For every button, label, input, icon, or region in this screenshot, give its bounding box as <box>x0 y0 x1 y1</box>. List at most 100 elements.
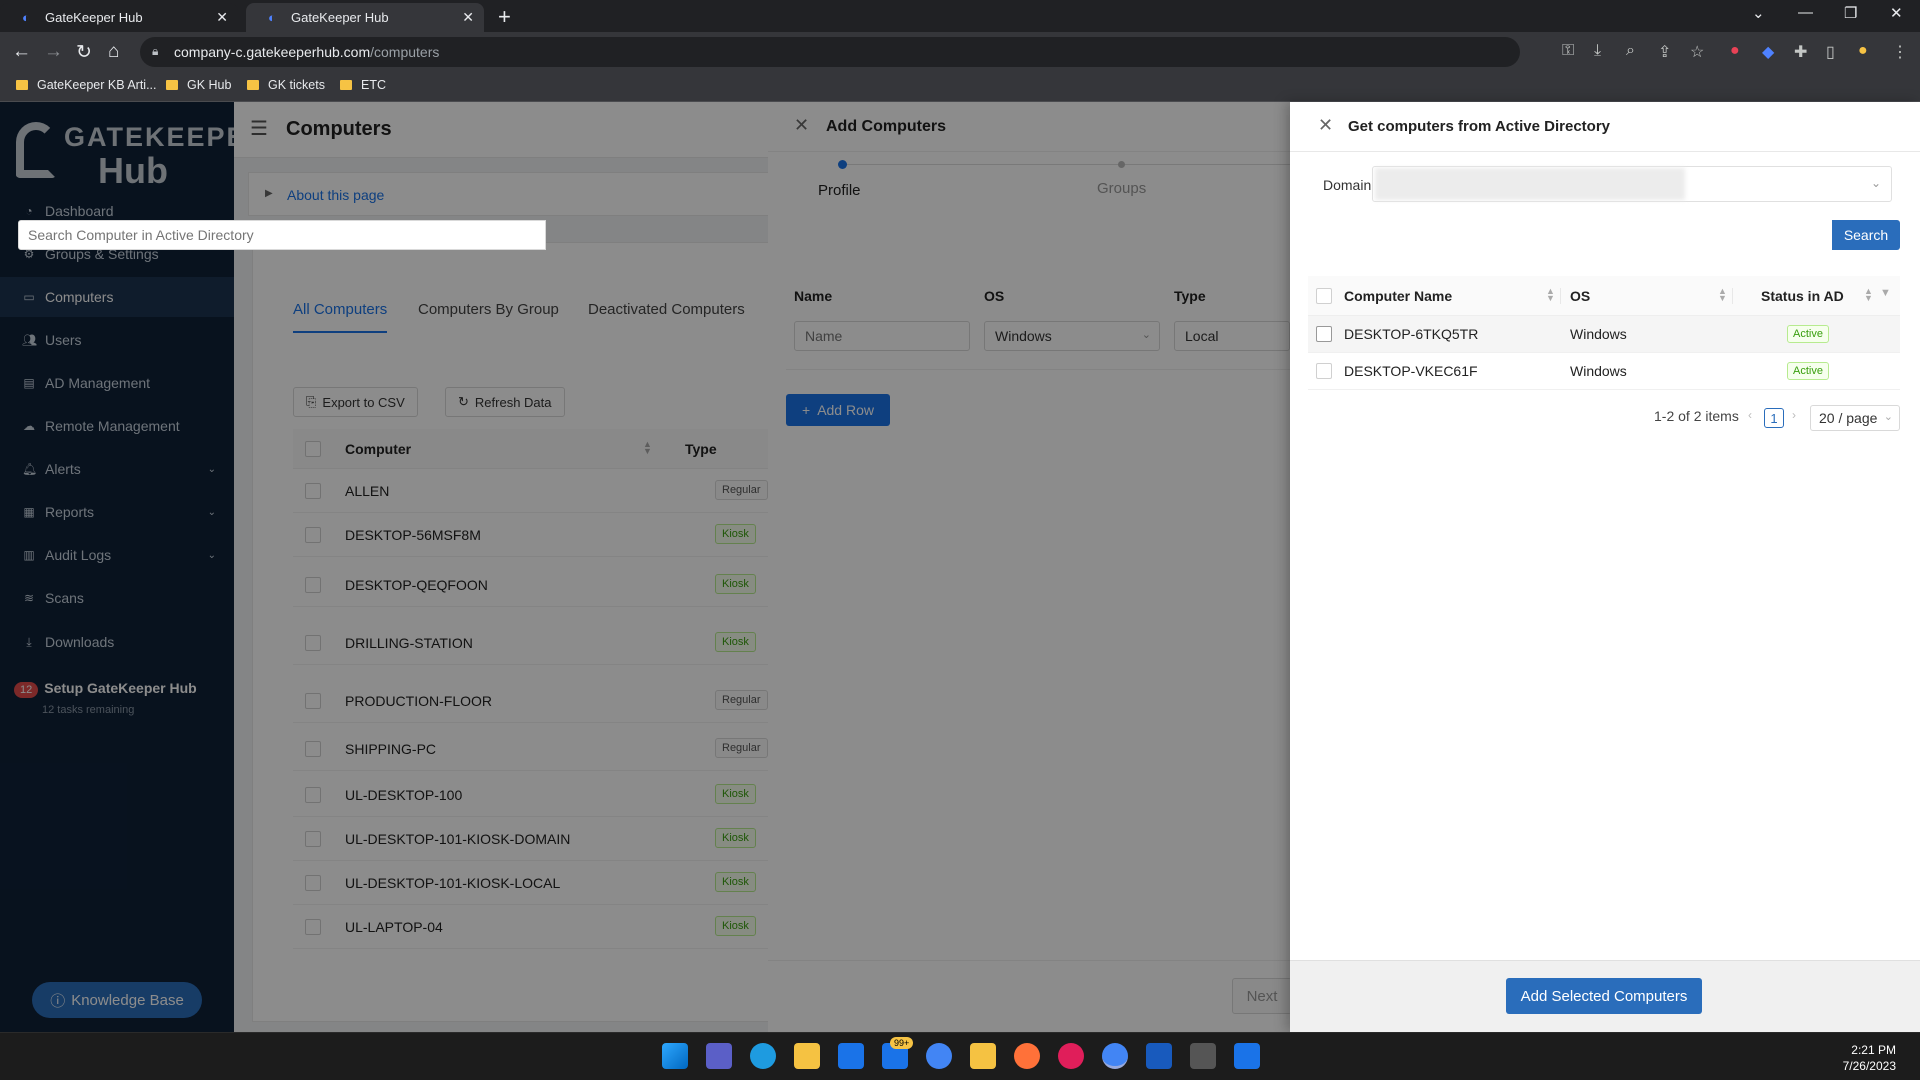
forward-icon[interactable]: → <box>44 41 63 63</box>
minimize-icon[interactable]: — <box>1798 4 1813 21</box>
close-window-icon[interactable]: ✕ <box>1890 4 1903 22</box>
browser-tab[interactable]: ◐ GateKeeper Hub ✕ <box>0 3 238 32</box>
domain-label: Domain <box>1323 177 1372 193</box>
folder-icon <box>247 80 259 90</box>
select-all-checkbox[interactable] <box>1316 288 1332 304</box>
kebab-menu-icon[interactable]: ⋮ <box>1892 42 1908 62</box>
pagination-summary: 1-2 of 2 items <box>1654 408 1739 424</box>
close-tab-icon[interactable]: ✕ <box>462 9 474 26</box>
sort-icon[interactable]: ▲ ▼ <box>1864 287 1873 303</box>
ad-search-input[interactable] <box>18 220 546 250</box>
status-badge: Active <box>1787 325 1829 343</box>
chrome-active-icon[interactable] <box>1102 1043 1128 1069</box>
page-size-select[interactable]: 20 / page ⌄ <box>1810 405 1900 431</box>
bookmark-label: GK tickets <box>268 78 325 92</box>
computer-name: DESKTOP-6TKQ5TR <box>1344 326 1479 342</box>
computer-name: DESKTOP-VKEC61F <box>1344 363 1478 379</box>
row-checkbox[interactable] <box>1316 363 1332 379</box>
zoom-icon[interactable]: ⌕ <box>1626 42 1635 60</box>
gatekeeper-favicon-icon: ◐ <box>22 9 30 25</box>
windows-taskbar: 99+ 2:21 PM 7/26/2023 <box>0 1032 1920 1080</box>
filter-icon[interactable]: ▼ <box>1880 287 1891 299</box>
new-tab-icon[interactable]: + <box>498 4 511 30</box>
edge-icon[interactable] <box>750 1043 776 1069</box>
snipping-tool-icon[interactable] <box>1190 1043 1216 1069</box>
extension-red-icon[interactable]: ● <box>1730 42 1740 60</box>
share-icon[interactable]: ⇪ <box>1658 42 1671 62</box>
browser-tab-active[interactable]: ◐ GateKeeper Hub ✕ <box>246 3 484 32</box>
sort-icon[interactable]: ▲ ▼ <box>1546 287 1555 303</box>
status-badge: Active <box>1787 362 1829 380</box>
install-icon[interactable]: ⤓ <box>1594 42 1601 60</box>
ad-table-header: Computer Name ▲ ▼ OS ▲ ▼ Status in AD ▲ ▼ ▼ <box>1308 276 1900 316</box>
slack-icon[interactable] <box>1058 1043 1084 1069</box>
column-divider <box>1732 288 1733 304</box>
chevron-down-icon: ⌄ <box>1883 411 1893 423</box>
close-icon[interactable]: ✕ <box>1318 115 1333 136</box>
bookmark-item[interactable]: GK tickets <box>247 78 325 92</box>
table-row[interactable]: DESKTOP-6TKQ5TR Windows Active <box>1308 316 1900 353</box>
active-directory-drawer: ✕ Get computers from Active Directory Do… <box>1290 102 1920 1032</box>
tab-title: GateKeeper Hub <box>291 10 389 25</box>
column-header-status[interactable]: Status in AD <box>1761 288 1844 304</box>
computer-os: Windows <box>1570 326 1627 342</box>
extension-blue-icon[interactable]: ◆ <box>1762 42 1774 62</box>
reload-icon[interactable]: ↻ <box>76 41 92 64</box>
bookmark-page-icon <box>16 80 28 90</box>
row-checkbox[interactable] <box>1316 326 1332 342</box>
domain-select[interactable]: ⌄ <box>1372 166 1892 202</box>
extensions-puzzle-icon[interactable]: ✚ <box>1794 42 1807 62</box>
close-tab-icon[interactable]: ✕ <box>216 9 228 26</box>
computer-os: Windows <box>1570 363 1627 379</box>
profile-avatar-icon[interactable]: ● <box>1858 42 1868 60</box>
home-icon[interactable]: ⌂ <box>108 41 119 63</box>
folder-icon <box>340 80 352 90</box>
column-divider <box>1560 288 1561 304</box>
bookmark-star-icon[interactable]: ☆ <box>1690 42 1704 62</box>
store-icon[interactable] <box>838 1043 864 1069</box>
url-field[interactable]: 🔒︎ company-c.gatekeeperhub.com/computers <box>140 37 1520 67</box>
page-size-value: 20 / page <box>1819 410 1878 426</box>
bookmark-item[interactable]: ETC <box>340 78 386 92</box>
clock-date: 7/26/2023 <box>1842 1059 1896 1073</box>
clock-time: 2:21 PM <box>1851 1043 1896 1057</box>
back-icon[interactable]: ← <box>12 41 31 63</box>
column-header-computer-name[interactable]: Computer Name <box>1344 288 1452 304</box>
gatekeeper-favicon-icon: ◐ <box>268 9 276 25</box>
redacted-domain <box>1375 168 1685 200</box>
tab-title: GateKeeper Hub <box>45 10 143 25</box>
chrome-icon[interactable] <box>926 1043 952 1069</box>
ad-search-button[interactable]: Search <box>1832 220 1900 250</box>
url-path: /computers <box>370 44 440 60</box>
bookmark-label: ETC <box>361 78 386 92</box>
system-clock[interactable]: 2:21 PM 7/26/2023 <box>1843 1042 1896 1074</box>
remote-desktop-icon[interactable] <box>1234 1043 1260 1069</box>
column-header-os[interactable]: OS <box>1570 288 1590 304</box>
firefox-icon[interactable] <box>1014 1043 1040 1069</box>
lock-icon: 🔒︎ <box>152 44 159 58</box>
url-host: company-c.gatekeeperhub.com <box>174 44 371 60</box>
file-explorer-icon[interactable] <box>794 1043 820 1069</box>
mail-count-badge: 99+ <box>890 1037 914 1049</box>
next-page-icon[interactable]: › <box>1792 408 1796 422</box>
restore-icon[interactable]: ❐ <box>1844 4 1857 22</box>
bookmark-item[interactable]: GateKeeper KB Arti... <box>16 78 157 92</box>
bookmark-label: GateKeeper KB Arti... <box>37 78 157 92</box>
word-icon[interactable] <box>1146 1043 1172 1069</box>
bookmark-item[interactable]: GK Hub <box>166 78 231 92</box>
sidepanel-icon[interactable]: ▯ <box>1826 42 1835 62</box>
drawer-overlay[interactable] <box>768 102 1290 1032</box>
drawer-title: Get computers from Active Directory <box>1348 118 1611 135</box>
teams-chat-icon[interactable] <box>706 1043 732 1069</box>
prev-page-icon[interactable]: ‹ <box>1748 408 1752 422</box>
add-selected-computers-button[interactable]: Add Selected Computers <box>1506 978 1702 1014</box>
table-row[interactable]: DESKTOP-VKEC61F Windows Active <box>1308 353 1900 390</box>
start-icon[interactable] <box>662 1043 688 1069</box>
sticky-notes-icon[interactable] <box>970 1043 996 1069</box>
tab-search-icon[interactable]: ⌄ <box>1752 4 1765 22</box>
bookmark-label: GK Hub <box>187 78 232 92</box>
sort-icon[interactable]: ▲ ▼ <box>1718 287 1727 303</box>
page-number[interactable]: 1 <box>1764 408 1784 428</box>
key-icon[interactable]: ⚿ <box>1562 42 1574 60</box>
drawer-header: ✕ Get computers from Active Directory <box>1290 102 1920 152</box>
